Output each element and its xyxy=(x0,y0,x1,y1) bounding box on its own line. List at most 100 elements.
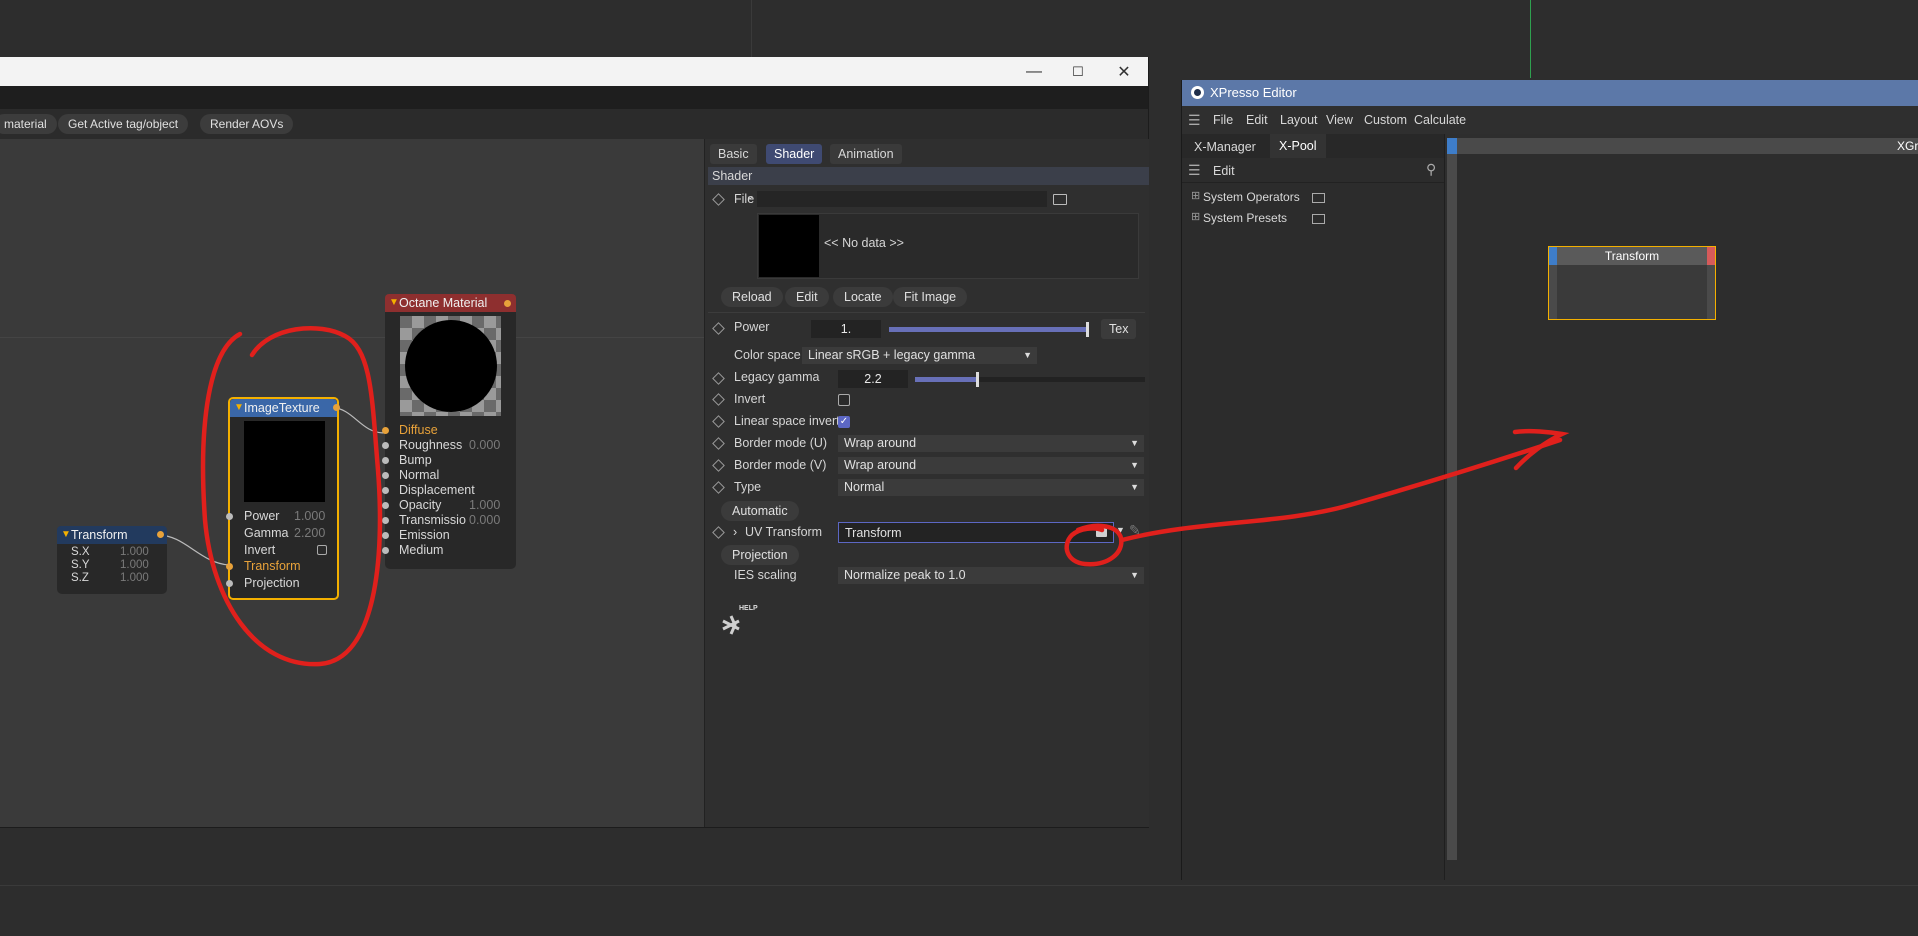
keyframe-diamond-icon[interactable] xyxy=(712,393,725,406)
xgroup-canvas[interactable]: XGr Transform xyxy=(1447,138,1918,860)
xpresso-node-output-port[interactable] xyxy=(1707,247,1715,265)
automatic-button[interactable]: Automatic xyxy=(721,501,799,521)
xpresso-node-header[interactable]: Transform xyxy=(1549,247,1715,265)
expand-plus-icon[interactable]: ⊞ xyxy=(1191,189,1200,202)
roughness-port[interactable] xyxy=(382,442,389,449)
dropdown-arrow-icon[interactable]: ▼ xyxy=(1116,525,1125,535)
toolbar-material-button[interactable]: material xyxy=(0,114,57,134)
xpresso-title-bar[interactable]: XPresso Editor xyxy=(1182,80,1918,106)
medium-port[interactable] xyxy=(382,547,389,554)
opacity-port[interactable] xyxy=(382,502,389,509)
emission-port[interactable] xyxy=(382,532,389,539)
close-button[interactable]: ✕ xyxy=(1102,57,1146,86)
keyframe-diamond-icon[interactable] xyxy=(712,481,725,494)
roughness-value: 0.000 xyxy=(469,438,501,452)
keyframe-diamond-icon[interactable] xyxy=(712,322,725,335)
file-path-input[interactable] xyxy=(757,191,1047,207)
locate-button[interactable]: Locate xyxy=(833,287,893,307)
section-shader[interactable]: Shader xyxy=(708,167,1149,185)
transform-port[interactable] xyxy=(226,563,233,570)
power-port[interactable] xyxy=(226,513,233,520)
expand-arrow-icon[interactable]: › xyxy=(733,525,737,539)
invert-checkbox[interactable] xyxy=(838,394,850,406)
keyframe-diamond-icon[interactable] xyxy=(712,526,725,539)
keyframe-diamond-icon[interactable] xyxy=(712,415,725,428)
collapse-triangle-icon[interactable]: ▼ xyxy=(389,294,399,312)
tab-basic[interactable]: Basic xyxy=(710,144,757,164)
type-dropdown[interactable]: Normal ▼ xyxy=(838,479,1144,496)
image-icon[interactable] xyxy=(1096,527,1107,537)
octane-node-header[interactable]: ▼ Octane Material xyxy=(385,294,516,312)
image-texture-node[interactable]: ▼ ImageTexture Power 1.000 Gamma 2.200 I… xyxy=(226,397,340,600)
help-label: HELP xyxy=(739,605,758,612)
hamburger-icon[interactable]: ☰ xyxy=(1188,112,1201,129)
keyframe-diamond-icon[interactable] xyxy=(712,372,725,385)
transform-node-header[interactable]: ▼ Transform xyxy=(57,526,167,544)
bump-port[interactable] xyxy=(382,457,389,464)
pick-link-icon[interactable]: ✎ xyxy=(1129,522,1141,539)
legacy-gamma-field[interactable]: 2.2 xyxy=(838,370,908,388)
border-mode-u-dropdown[interactable]: Wrap around ▼ xyxy=(838,435,1144,452)
tab-x-manager[interactable]: X-Manager xyxy=(1194,140,1256,154)
menu-file[interactable]: File xyxy=(1213,113,1233,127)
collapse-triangle-icon[interactable]: ▼ xyxy=(234,399,244,417)
tab-animation[interactable]: Animation xyxy=(830,144,902,164)
hamburger-icon[interactable]: ☰ xyxy=(1188,162,1201,179)
power-slider-handle[interactable] xyxy=(1086,322,1089,337)
ies-scaling-dropdown[interactable]: Normalize peak to 1.0 ▼ xyxy=(838,567,1144,584)
projection-port[interactable] xyxy=(226,580,233,587)
transmission-port[interactable] xyxy=(382,517,389,524)
tex-button[interactable]: Tex xyxy=(1101,319,1137,339)
tree-system-presets[interactable]: System Presets xyxy=(1203,211,1287,225)
node-canvas[interactable]: ▼ Octane Material Diffuse Roughness 0.00… xyxy=(0,139,704,827)
keyframe-diamond-icon[interactable] xyxy=(712,459,725,472)
keyframe-diamond-icon[interactable] xyxy=(712,437,725,450)
chevron-down-icon[interactable]: ⌄ xyxy=(746,191,754,202)
menu-custom[interactable]: Custom xyxy=(1364,113,1407,127)
toolbar-get-active-button[interactable]: Get Active tag/object xyxy=(58,114,189,134)
search-icon[interactable]: ⚲ xyxy=(1426,161,1436,178)
menu-edit[interactable]: Edit xyxy=(1246,113,1268,127)
keyframe-diamond-icon[interactable] xyxy=(712,193,725,206)
power-slider[interactable] xyxy=(889,327,1089,332)
edit-button[interactable]: Edit xyxy=(785,287,829,307)
color-space-dropdown[interactable]: Linear sRGB + legacy gamma ▼ xyxy=(802,347,1037,364)
legacy-gamma-slider[interactable] xyxy=(915,377,1145,382)
transform-node[interactable]: ▼ Transform S.X 1.000 S.Y 1.000 S.Z 1.00… xyxy=(57,526,167,594)
dropdown-arrow-icon: ▼ xyxy=(1023,350,1032,360)
reload-button[interactable]: Reload xyxy=(721,287,783,307)
displacement-port[interactable] xyxy=(382,487,389,494)
octane-help-icon[interactable]: HELP xyxy=(717,605,758,639)
projection-button[interactable]: Projection xyxy=(721,545,799,565)
expand-plus-icon[interactable]: ⊞ xyxy=(1191,210,1200,223)
legacy-gamma-slider-handle[interactable] xyxy=(976,372,980,387)
maximize-button[interactable]: ☐ xyxy=(1056,57,1100,86)
xpresso-node-input-port[interactable] xyxy=(1549,247,1557,265)
fit-image-button[interactable]: Fit Image xyxy=(893,287,968,307)
output-port[interactable] xyxy=(333,404,340,411)
xpresso-transform-node[interactable]: Transform xyxy=(1548,246,1716,320)
linear-space-invert-checkbox[interactable]: ✓ xyxy=(838,416,850,428)
menu-calculate[interactable]: Calculate xyxy=(1414,113,1466,127)
tab-shader[interactable]: Shader xyxy=(766,144,823,164)
normal-port[interactable] xyxy=(382,472,389,479)
uv-transform-link-field[interactable]: Transform xyxy=(838,522,1114,543)
folder-icon[interactable] xyxy=(1053,194,1067,205)
border-mode-v-dropdown[interactable]: Wrap around ▼ xyxy=(838,457,1144,474)
output-port[interactable] xyxy=(504,300,511,307)
invert-checkbox[interactable] xyxy=(317,545,327,555)
output-port[interactable] xyxy=(157,531,164,538)
octane-material-node[interactable]: ▼ Octane Material Diffuse Roughness 0.00… xyxy=(382,294,516,569)
image-texture-header[interactable]: ▼ ImageTexture xyxy=(230,399,340,417)
menu-view[interactable]: View xyxy=(1326,113,1353,127)
menu-layout[interactable]: Layout xyxy=(1280,113,1318,127)
toolbar-render-aovs-button[interactable]: Render AOVs xyxy=(200,114,294,134)
tree-system-operators[interactable]: System Operators xyxy=(1203,190,1300,204)
power-field[interactable]: 1. xyxy=(811,320,881,338)
tab-x-pool[interactable]: X-Pool xyxy=(1270,134,1326,158)
material-preview xyxy=(400,316,501,416)
collapse-triangle-icon[interactable]: ▼ xyxy=(61,526,71,544)
diffuse-port[interactable] xyxy=(382,427,389,434)
xpool-edit-menu[interactable]: Edit xyxy=(1213,164,1235,178)
minimize-button[interactable]: — xyxy=(1012,57,1056,86)
